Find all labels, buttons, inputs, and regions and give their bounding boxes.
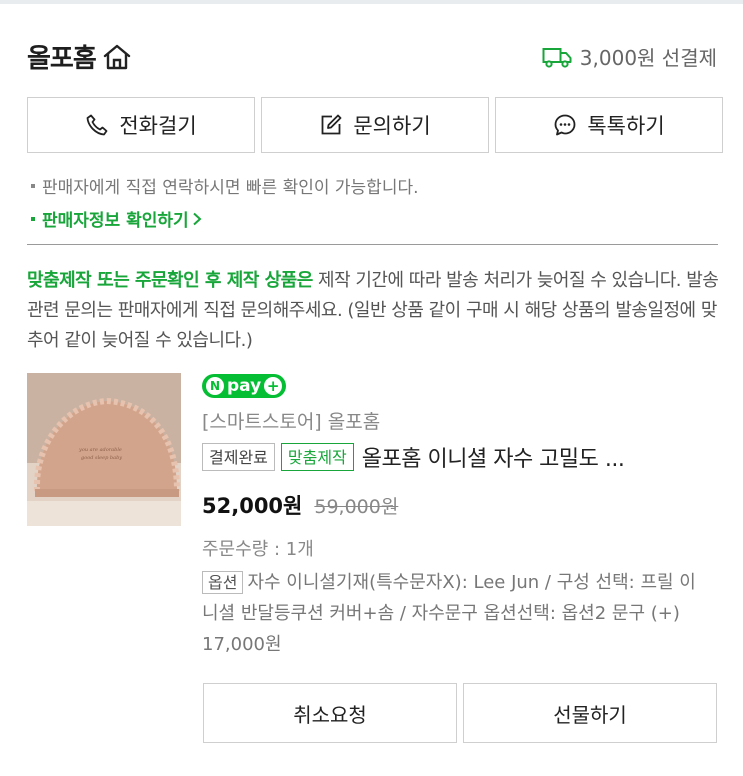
seller-info-link[interactable]: 판매자정보 확인하기 (31, 206, 202, 231)
inquiry-button[interactable]: 문의하기 (261, 97, 489, 153)
shipping-info: 3,000원 선결제 (542, 42, 717, 71)
shipping-text: 3,000원 선결제 (579, 46, 717, 70)
contact-note: 판매자에게 직접 연락하시면 빠른 확인이 가능합니다. (31, 173, 419, 198)
chevron-right-icon (192, 211, 202, 231)
chat-icon (553, 113, 577, 137)
product-price: 52,000원 (202, 494, 303, 518)
cancel-request-button[interactable]: 취소요청 (203, 683, 457, 743)
call-button[interactable]: 전화걸기 (27, 97, 255, 153)
order-action-buttons: 취소요청 선물하기 (203, 683, 717, 743)
section-divider (27, 244, 718, 245)
inquiry-button-label: 문의하기 (353, 114, 431, 138)
phone-icon (85, 113, 109, 137)
edit-icon (319, 113, 343, 137)
gift-button-label: 선물하기 (553, 702, 627, 727)
order-quantity: 주문수량 : 1개 (202, 539, 314, 560)
product-options: 옵션 자수 이니셜기재(특수문자X): Lee Jun / 구성 선택: 프릴 이… (202, 567, 712, 660)
seller-info-link-text: 판매자정보 확인하기 (42, 211, 189, 231)
home-icon[interactable] (102, 43, 132, 71)
store-header[interactable]: 올포홈 (27, 38, 132, 75)
npay-text: pay (227, 376, 262, 396)
svg-text:you are adorable: you are adorable (78, 447, 122, 453)
custom-made-badge: 맞춤제작 (280, 443, 354, 471)
gift-button[interactable]: 선물하기 (463, 683, 717, 743)
contact-buttons: 전화걸기 문의하기 톡톡하기 (27, 97, 723, 153)
price-row: 52,000원 59,000원 (202, 490, 398, 520)
product-thumbnail[interactable]: you are adorable good sleep baby (27, 373, 181, 526)
store-title: 올포홈 (27, 44, 97, 74)
contact-note-text: 판매자에게 직접 연락하시면 빠른 확인이 가능합니다. (42, 178, 419, 198)
product-title[interactable]: 올포홈 이니셜 자수 고밀도 ... (362, 441, 625, 473)
plus-icon: + (264, 377, 283, 395)
npay-plus-badge: N pay + (202, 374, 287, 398)
production-notice: 맞춤제작 또는 주문확인 후 제작 상품은 제작 기간에 따라 발송 처리가 늦… (27, 266, 722, 356)
product-tags-row: 결제완료 맞춤제작 올포홈 이니셜 자수 고밀도 ... (202, 441, 625, 473)
top-divider (0, 0, 743, 4)
notice-highlight: 맞춤제작 또는 주문확인 후 제작 상품은 (27, 270, 313, 291)
call-button-label: 전화걸기 (119, 114, 197, 138)
cancel-request-label: 취소요청 (293, 702, 367, 727)
product-store-name[interactable]: [스마트스토어] 올포홈 (202, 407, 380, 434)
truck-icon (542, 46, 572, 68)
bullet-icon (31, 184, 35, 188)
option-text: 자수 이니셜기재(특수문자X): Lee Jun / 구성 선택: 프릴 이니셜… (202, 572, 696, 655)
option-badge: 옵션 (202, 571, 244, 594)
talktalk-button[interactable]: 톡톡하기 (495, 97, 723, 153)
talktalk-button-label: 톡톡하기 (587, 114, 665, 138)
original-price: 59,000원 (314, 496, 399, 518)
naver-n-icon: N (206, 377, 224, 395)
payment-status-badge: 결제완료 (202, 443, 275, 471)
bullet-icon (31, 217, 35, 221)
svg-text:good sleep baby: good sleep baby (81, 455, 122, 461)
